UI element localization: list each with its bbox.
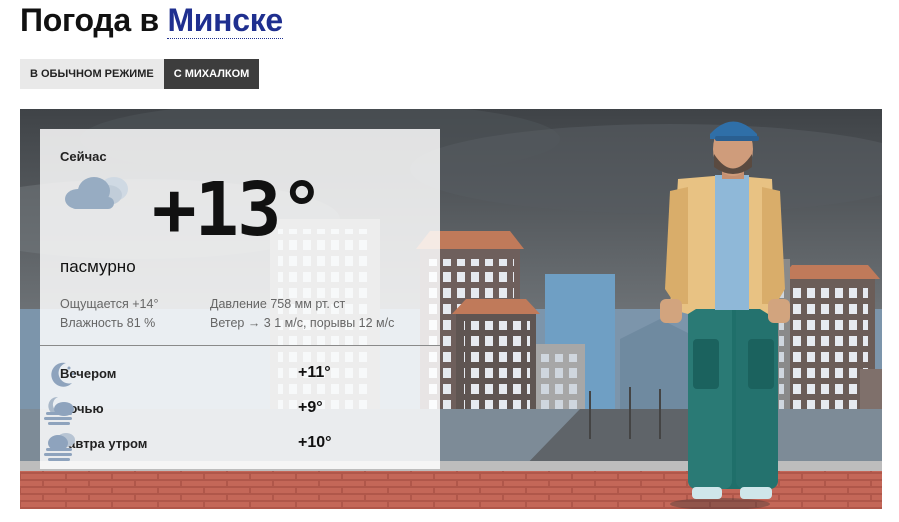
pressure: Давление 758 мм рт. ст [210,297,346,311]
forecast-temp: +11° [298,364,331,381]
weather-panel: Сейчас +13° пасмурно Ощущается +14° Влаж… [40,129,440,469]
normal-mode-button[interactable]: в обычном режиме [20,59,164,89]
mikhalok-mode-button[interactable]: с Михалком [163,59,260,89]
cloud-fog-icon [44,433,75,461]
condition-text: пасмурно [60,257,136,276]
weather-scene: Сейчас +13° пасмурно Ощущается +14° Влаж… [20,109,882,509]
forecast-temp: +9° [298,399,323,416]
now-label: Сейчас [60,149,107,164]
feels-like: Ощущается +14° [60,297,159,311]
divider [40,345,440,346]
city-link[interactable]: Минске [167,2,283,39]
title-prefix: Погода в [20,2,159,38]
mode-switch: в обычном режиме с Михалком [20,59,260,89]
cloudy-icon [65,177,128,209]
forecast-temp: +10° [298,434,332,451]
page-title: Погода в Минске [20,2,283,39]
moon-clouds-icon [51,362,75,387]
cloud-fog-icon [44,396,74,425]
humidity: Влажность 81 % [60,316,156,330]
current-temperature: +13° [152,167,324,253]
wind: Ветер → 3 1 м/с, порывы 12 м/с [210,316,395,330]
